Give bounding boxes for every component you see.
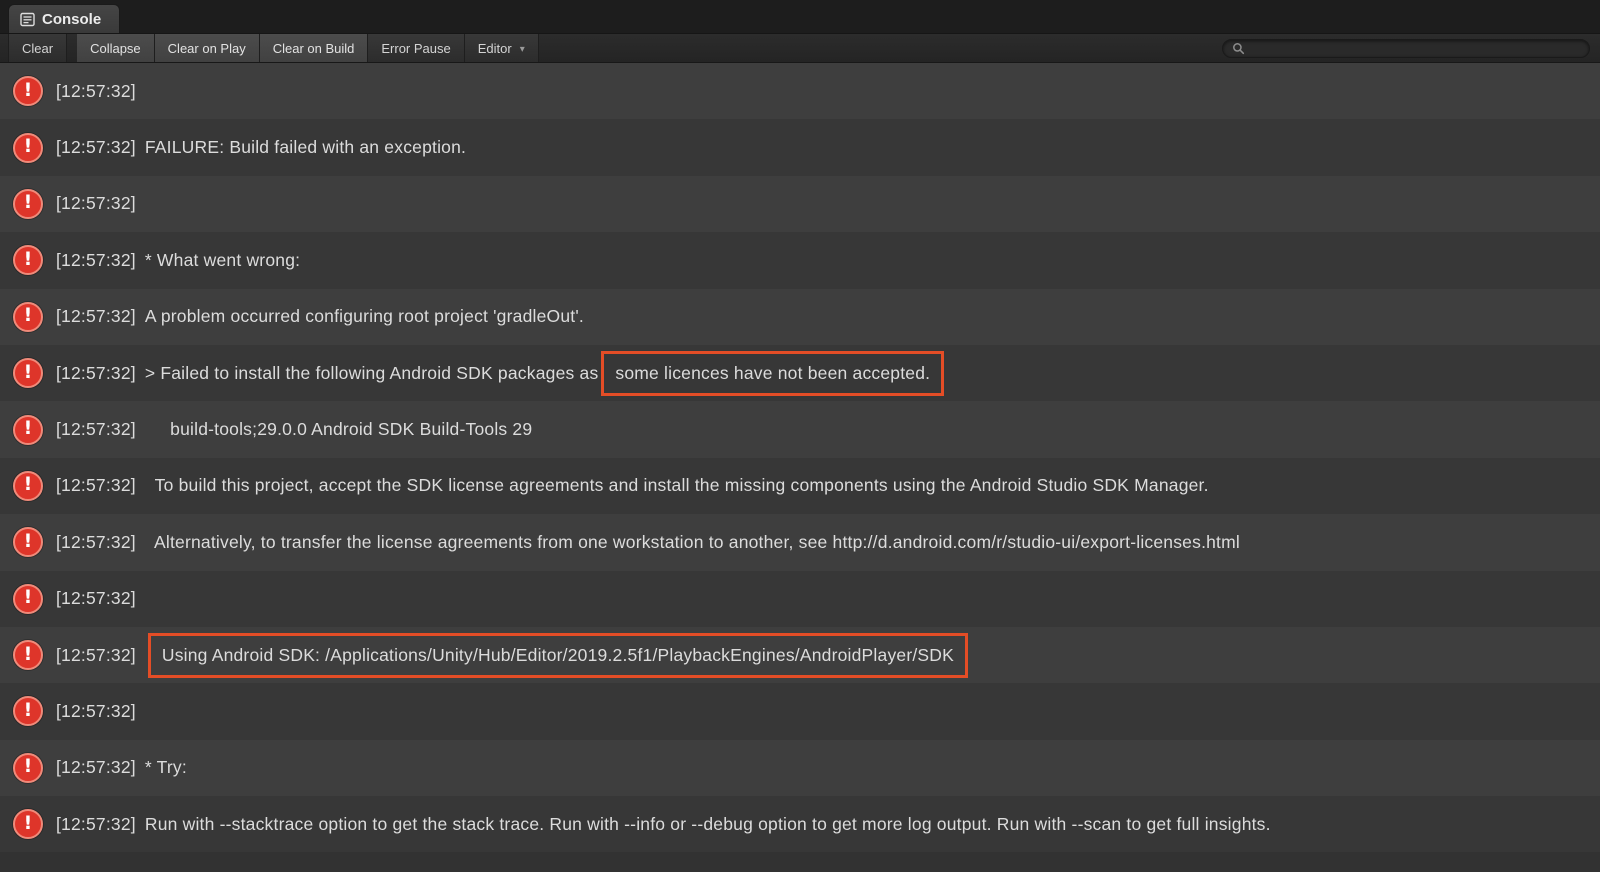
log-message: * Try: [145,757,187,778]
error-icon: ! [13,471,43,501]
tab-label: Console [42,11,101,28]
log-message: FAILURE: Build failed with an exception. [145,137,466,158]
log-message: To build this project, accept the SDK li… [145,475,1209,496]
log-entry[interactable]: ! [12:57:32] A problem occurred configur… [0,289,1600,345]
log-message-highlighted: some licences have not been accepted. [601,351,944,396]
log-message: * What went wrong: [145,250,300,271]
console-log-list: ! [12:57:32] ! [12:57:32] FAILURE: Build… [0,63,1600,872]
error-icon: ! [13,696,43,726]
log-timestamp: [12:57:32] [56,475,136,496]
log-timestamp: [12:57:32] [56,363,136,384]
search-input[interactable] [1251,40,1580,56]
error-icon: ! [13,245,43,275]
editor-dropdown[interactable]: Editor ▾ [465,34,539,62]
log-entry[interactable]: ! [12:57:32] To build this project, acce… [0,458,1600,514]
tab-console[interactable]: Console [8,4,120,33]
error-icon: ! [13,584,43,614]
log-entry[interactable]: ! [12:57:32] Alternatively, to transfer … [0,514,1600,570]
error-icon: ! [13,76,43,106]
log-message: build-tools;29.0.0 Android SDK Build-Too… [145,419,532,440]
clear-button[interactable]: Clear [8,34,67,62]
search-icon [1232,42,1245,55]
log-timestamp: [12:57:32] [56,419,136,440]
error-icon: ! [13,302,43,332]
log-entry[interactable]: ! [12:57:32] Using Android SDK: /Applica… [0,627,1600,683]
log-entry[interactable]: ! [12:57:32] [0,63,1600,119]
clear-on-build-toggle[interactable]: Clear on Build [260,34,369,62]
log-entry[interactable]: ! [12:57:32] [0,571,1600,627]
console-toolbar: Clear Collapse Clear on Play Clear on Bu… [0,34,1600,63]
error-icon: ! [13,753,43,783]
error-icon: ! [13,189,43,219]
log-timestamp: [12:57:32] [56,81,136,102]
log-timestamp: [12:57:32] [56,645,136,666]
log-message: Alternatively, to transfer the license a… [145,532,1240,553]
log-entry[interactable]: ! [12:57:32] build-tools;29.0.0 Android … [0,401,1600,457]
error-icon: ! [13,809,43,839]
toolbar-spacer [539,34,1222,62]
error-icon: ! [13,133,43,163]
console-tab-icon [20,12,35,27]
clear-on-play-toggle[interactable]: Clear on Play [155,34,260,62]
log-message: Run with --stacktrace option to get the … [145,814,1271,835]
error-icon: ! [13,527,43,557]
log-entry[interactable]: ! [12:57:32] * What went wrong: [0,232,1600,288]
error-pause-toggle[interactable]: Error Pause [368,34,464,62]
log-entry[interactable]: ! [12:57:32] > Failed to install the fol… [0,345,1600,401]
log-timestamp: [12:57:32] [56,532,136,553]
log-entry[interactable]: ! [12:57:32] Run with --stacktrace optio… [0,796,1600,852]
log-entry[interactable]: ! [12:57:32] [0,683,1600,739]
log-timestamp: [12:57:32] [56,306,136,327]
log-timestamp: [12:57:32] [56,588,136,609]
collapse-toggle[interactable]: Collapse [77,34,155,62]
log-timestamp: [12:57:32] [56,701,136,722]
error-icon: ! [13,640,43,670]
editor-dropdown-label: Editor [478,41,512,56]
chevron-down-icon: ▾ [520,44,525,55]
log-timestamp: [12:57:32] [56,137,136,158]
error-icon: ! [13,358,43,388]
log-timestamp: [12:57:32] [56,757,136,778]
log-message: A problem occurred configuring root proj… [145,306,584,327]
error-icon: ! [13,415,43,445]
search-field[interactable] [1222,39,1590,58]
log-timestamp: [12:57:32] [56,193,136,214]
log-entry[interactable]: ! [12:57:32] [0,176,1600,232]
log-timestamp: [12:57:32] [56,250,136,271]
log-message: > Failed to install the following Androi… [145,363,599,384]
log-timestamp: [12:57:32] [56,814,136,835]
unity-console-window: Console Clear Collapse Clear on Play Cle… [0,0,1600,872]
log-entry[interactable]: ! [12:57:32] * Try: [0,740,1600,796]
log-message-highlighted: Using Android SDK: /Applications/Unity/H… [148,633,968,678]
log-entry[interactable]: ! [12:57:32] FAILURE: Build failed with … [0,119,1600,175]
tab-bar: Console [0,0,1600,34]
